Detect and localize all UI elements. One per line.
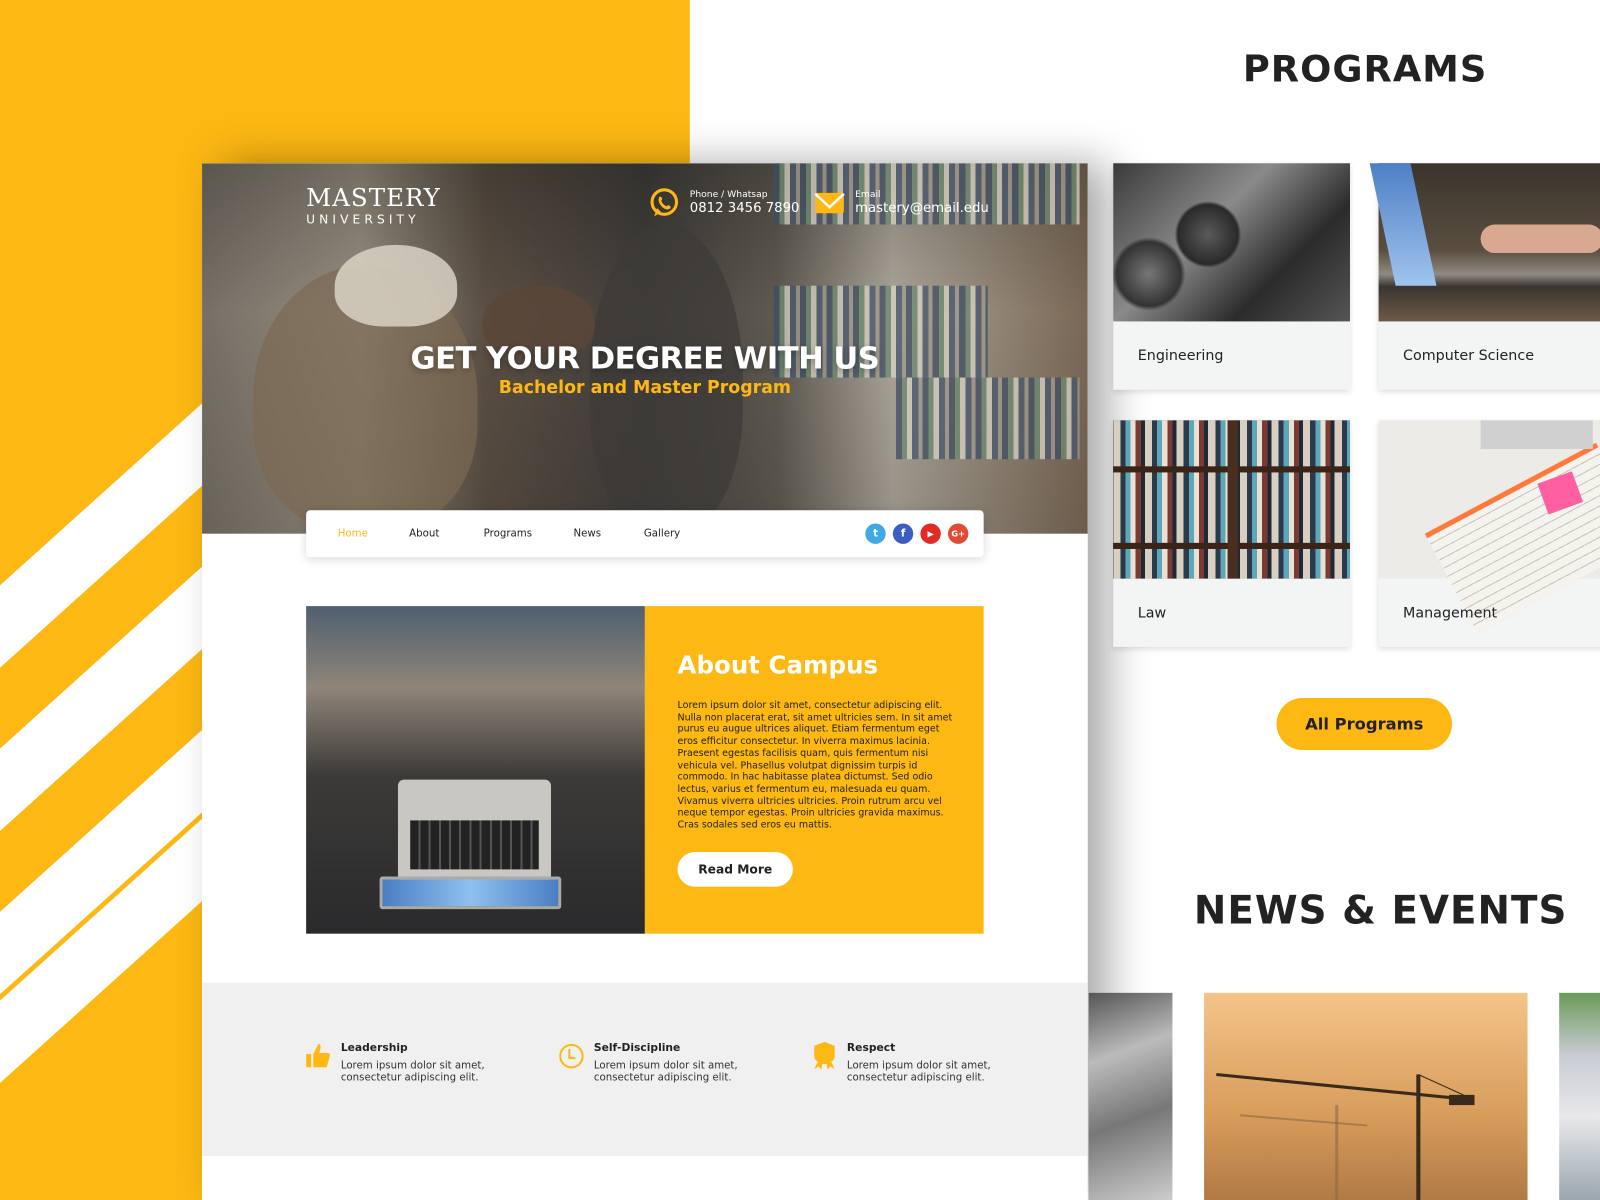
logo-line1: MASTERY xyxy=(306,183,441,213)
all-programs-button[interactable]: All Programs xyxy=(1276,697,1453,750)
website-mockup: MASTERY UNIVERSITY Phone / Whatsap 0812 … xyxy=(202,163,1088,1200)
nav-about[interactable]: About xyxy=(409,529,439,540)
program-label: Management xyxy=(1403,605,1498,622)
news-image-city[interactable] xyxy=(1559,992,1600,1200)
phone-contact: Phone / Whatsap 0812 3456 7890 xyxy=(649,188,800,219)
feature-text: Lorem ipsum dolor sit amet, consectetur … xyxy=(340,1060,485,1084)
program-label: Computer Science xyxy=(1403,347,1534,365)
hero-subtitle: Bachelor and Master Program xyxy=(498,377,791,398)
laptop-graphic xyxy=(397,779,552,882)
computer-science-image xyxy=(1369,163,1600,322)
program-card-law[interactable]: Law xyxy=(1113,420,1350,647)
envelope-icon xyxy=(814,192,845,214)
about-text: Lorem ipsum dolor sit amet, consectetur … xyxy=(677,699,953,831)
phone-label: Phone / Whatsap xyxy=(689,189,768,200)
yellow-backdrop-side xyxy=(0,0,203,1200)
google-plus-icon[interactable]: G+ xyxy=(947,523,969,544)
clock-icon xyxy=(559,1043,584,1069)
nav-news[interactable]: News xyxy=(573,529,601,540)
youtube-icon[interactable]: ▶ xyxy=(920,523,941,544)
about-campus-panel: About Campus Lorem ipsum dolor sit amet,… xyxy=(644,606,984,934)
facebook-icon[interactable]: f xyxy=(892,523,914,544)
logo-line2: UNIVERSITY xyxy=(306,212,420,227)
law-image xyxy=(1113,420,1350,579)
program-label: Engineering xyxy=(1137,347,1224,365)
feature-title: Respect xyxy=(846,1041,896,1055)
program-card-computer-science[interactable]: Computer Science xyxy=(1369,163,1600,390)
crane-graphic xyxy=(1216,1072,1475,1200)
phone-value[interactable]: 0812 3456 7890 xyxy=(690,201,800,217)
nav-programs[interactable]: Programs xyxy=(484,529,532,540)
email-label: Email xyxy=(855,189,881,200)
university-logo[interactable]: MASTERY UNIVERSITY xyxy=(306,184,441,227)
whatsapp-icon xyxy=(650,188,679,217)
nav-home[interactable]: Home xyxy=(338,529,368,540)
news-heading: NEWS & EVENTS xyxy=(1193,887,1568,933)
program-card-engineering[interactable]: Engineering xyxy=(1113,163,1350,390)
email-value[interactable]: mastery@email.edu xyxy=(855,201,989,217)
engineering-image xyxy=(1113,163,1350,322)
about-campus-image xyxy=(306,606,645,934)
showcase-canvas: MASTERY UNIVERSITY Phone / Whatsap 0812 … xyxy=(0,0,1600,1200)
thumbs-up-icon xyxy=(306,1043,330,1068)
program-card-management[interactable]: Management xyxy=(1378,420,1600,647)
nav-gallery[interactable]: Gallery xyxy=(644,529,680,540)
programs-heading: PROGRAMS xyxy=(1242,48,1488,91)
twitter-icon[interactable]: t xyxy=(865,523,886,544)
about-title: About Campus xyxy=(677,651,879,680)
main-navbar: Home About Programs News Gallery t f ▶ G… xyxy=(306,510,984,558)
feature-text: Lorem ipsum dolor sit amet, consectetur … xyxy=(846,1060,991,1084)
feature-title: Leadership xyxy=(340,1041,408,1055)
hero-title: GET YOUR DEGREE WITH US xyxy=(410,340,880,377)
values-section: Leadership Lorem ipsum dolor sit amet, c… xyxy=(202,982,1088,1157)
news-image-construction[interactable] xyxy=(1088,992,1173,1200)
management-image xyxy=(1378,420,1600,633)
email-contact: Email mastery@email.edu xyxy=(814,188,989,219)
news-image-crane[interactable] xyxy=(1204,992,1528,1200)
feature-title: Self-Discipline xyxy=(593,1041,681,1055)
program-label: Law xyxy=(1137,605,1167,622)
badge-icon xyxy=(814,1041,835,1070)
hero-banner: MASTERY UNIVERSITY Phone / Whatsap 0812 … xyxy=(202,163,1088,534)
feature-text: Lorem ipsum dolor sit amet, consectetur … xyxy=(593,1060,738,1084)
read-more-button[interactable]: Read More xyxy=(677,852,793,887)
